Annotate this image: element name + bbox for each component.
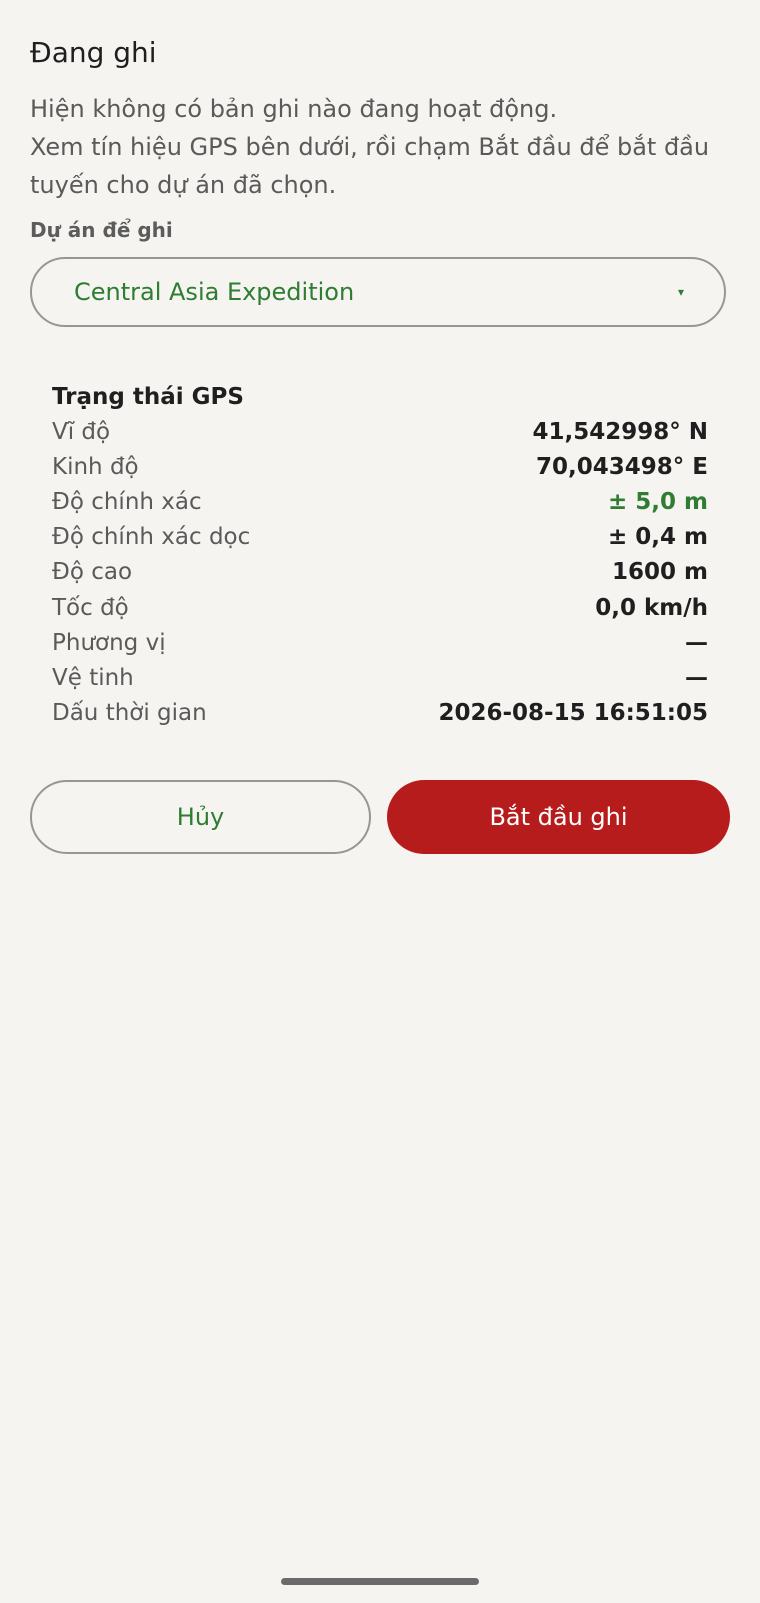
gps-row-label: Vệ tinh — [52, 664, 134, 691]
recording-screen: Đang ghi Hiện không có bản ghi nào đang … — [0, 0, 760, 1603]
page-title: Đang ghi — [30, 36, 157, 69]
gps-row-timestamp: Dấu thời gian 2026-08-15 16:51:05 — [52, 696, 708, 731]
gps-row-label: Dấu thời gian — [52, 700, 207, 727]
gps-row-value: 1600 m — [612, 559, 708, 586]
chevron-down-icon: ▾ — [677, 285, 684, 299]
gps-row-value: ± 5,0 m — [608, 488, 708, 515]
gps-row-value: — — [685, 664, 708, 691]
gps-row-speed: Tốc độ 0,0 km/h — [52, 590, 708, 625]
status-description: Hiện không có bản ghi nào đang hoạt động… — [30, 90, 740, 204]
start-recording-button[interactable]: Bắt đầu ghi — [387, 780, 730, 854]
gps-row-label: Tốc độ — [52, 594, 129, 621]
gps-row-label: Vĩ độ — [52, 418, 111, 445]
gps-row-value: 0,0 km/h — [595, 594, 708, 621]
gps-row-satellites: Vệ tinh — — [52, 660, 708, 695]
description-line: tuyến cho dự án đã chọn. — [30, 171, 337, 199]
gps-row-label: Độ cao — [52, 559, 133, 586]
gps-row-longitude: Kinh độ 70,043498° E — [52, 449, 708, 484]
gps-row-value: 41,542998° N — [532, 418, 708, 445]
gps-row-value: 2026-08-15 16:51:05 — [438, 700, 708, 727]
gps-status-title: Trạng thái GPS — [52, 384, 244, 410]
gps-row-accuracy: Độ chính xác ± 5,0 m — [52, 484, 708, 519]
gps-row-value: ± 0,4 m — [608, 524, 708, 551]
gps-row-value: 70,043498° E — [536, 453, 708, 480]
gps-row-label: Độ chính xác dọc — [52, 524, 251, 551]
gps-row-label: Kinh độ — [52, 453, 139, 480]
project-label: Dự án để ghi — [30, 218, 173, 242]
gps-row-value: — — [685, 629, 708, 656]
gps-row-latitude: Vĩ độ 41,542998° N — [52, 414, 708, 449]
cancel-button[interactable]: Hủy — [30, 780, 371, 854]
gps-row-bearing: Phương vị — — [52, 625, 708, 660]
home-indicator[interactable] — [281, 1578, 479, 1585]
description-line: Xem tín hiệu GPS bên dưới, rồi chạm Bắt … — [30, 133, 710, 161]
gps-row-label: Độ chính xác — [52, 488, 202, 515]
gps-status-panel: Trạng thái GPS Vĩ độ 41,542998° N Kinh đ… — [52, 380, 708, 731]
gps-row-label: Phương vị — [52, 629, 166, 656]
gps-row-altitude: Độ cao 1600 m — [52, 555, 708, 590]
project-select[interactable]: Central Asia Expedition ▾ — [30, 257, 726, 327]
gps-row-vertical-accuracy: Độ chính xác dọc ± 0,4 m — [52, 520, 708, 555]
project-select-value: Central Asia Expedition — [74, 278, 355, 306]
description-line: Hiện không có bản ghi nào đang hoạt động… — [30, 95, 558, 123]
